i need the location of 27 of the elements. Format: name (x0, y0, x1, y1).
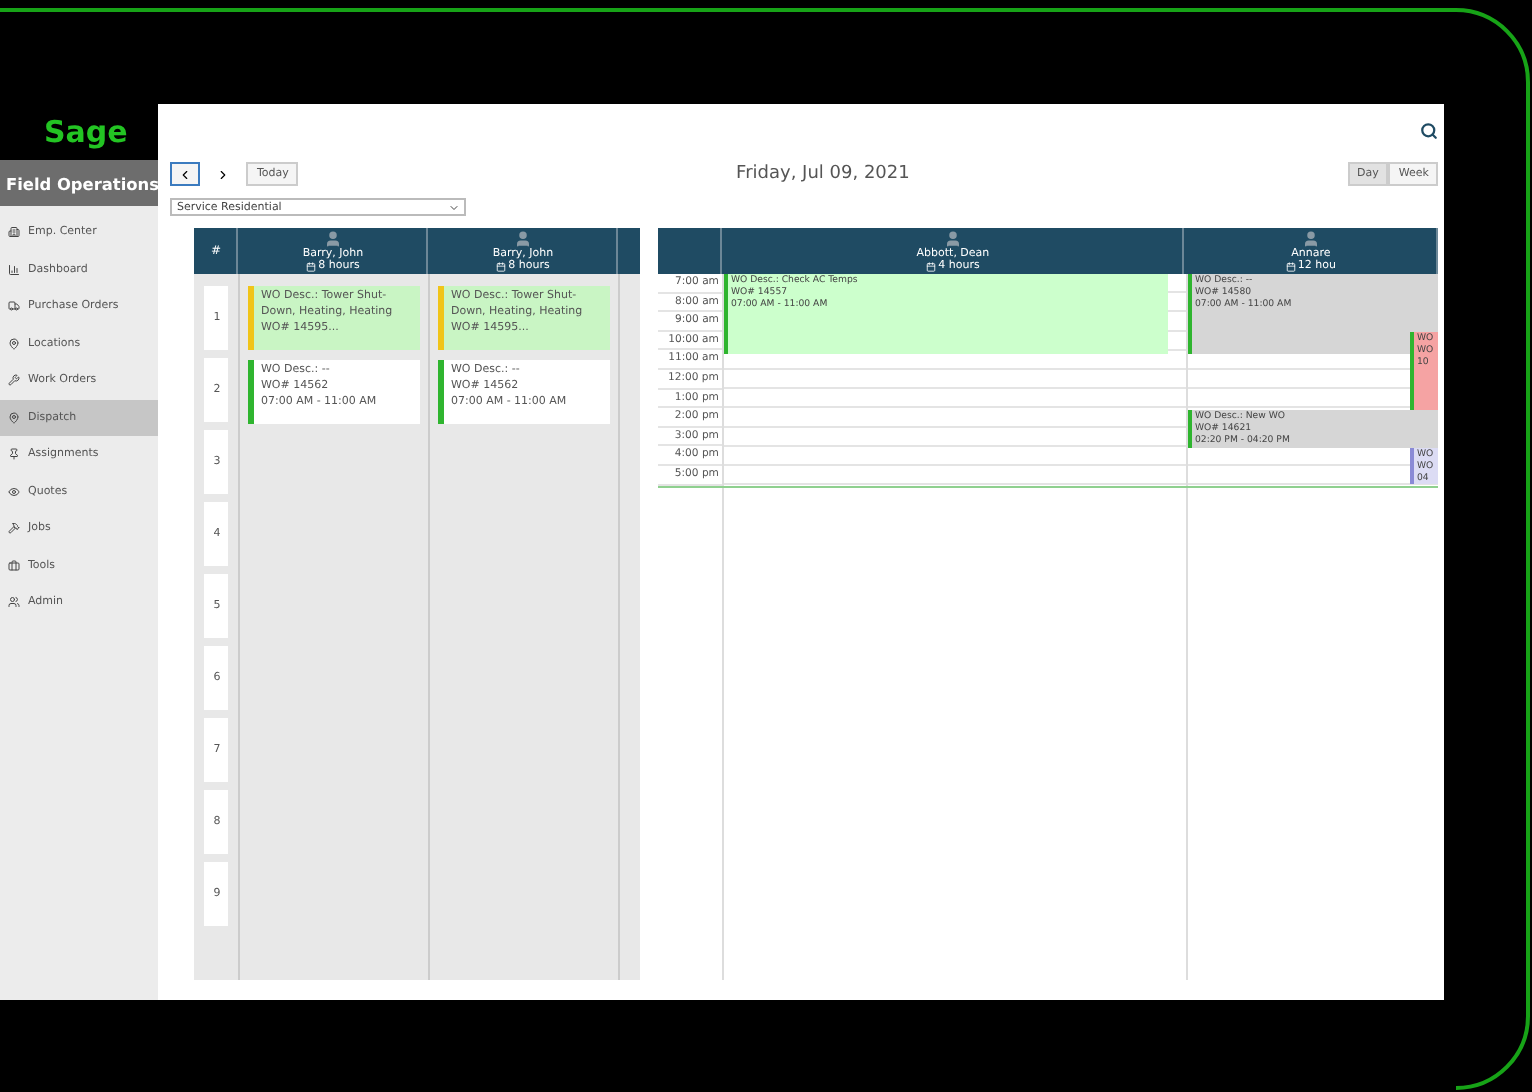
avatar-icon (323, 230, 342, 248)
map-pin-icon (8, 337, 20, 350)
avatar-icon (513, 230, 532, 248)
app-title: Field Operations (0, 160, 159, 206)
previous-button[interactable] (170, 162, 201, 186)
wrench-icon (8, 374, 20, 387)
avatar-icon (1301, 230, 1320, 248)
pin-icon (8, 448, 20, 461)
people-icon (8, 596, 20, 609)
calendar-icon (1285, 261, 1296, 271)
chevron-right-icon (216, 167, 231, 181)
chevron-icon (448, 201, 461, 213)
truck-icon (8, 300, 20, 313)
search-icon[interactable] (1420, 121, 1439, 139)
date-title: Friday, Jul 09, 2021 (734, 164, 912, 184)
building-icon (8, 226, 20, 239)
calendar-icon (306, 261, 317, 271)
chevron-left-icon (178, 167, 193, 181)
avatar-icon (943, 230, 962, 248)
calendar-icon (926, 261, 937, 271)
logo: Sage (0, 104, 159, 160)
eye-icon (8, 485, 20, 498)
briefcase-icon (8, 559, 20, 572)
calendar-icon (496, 261, 507, 271)
map-pin-icon (8, 411, 20, 424)
hammer-icon (8, 522, 20, 535)
bar-chart-icon (8, 263, 20, 276)
